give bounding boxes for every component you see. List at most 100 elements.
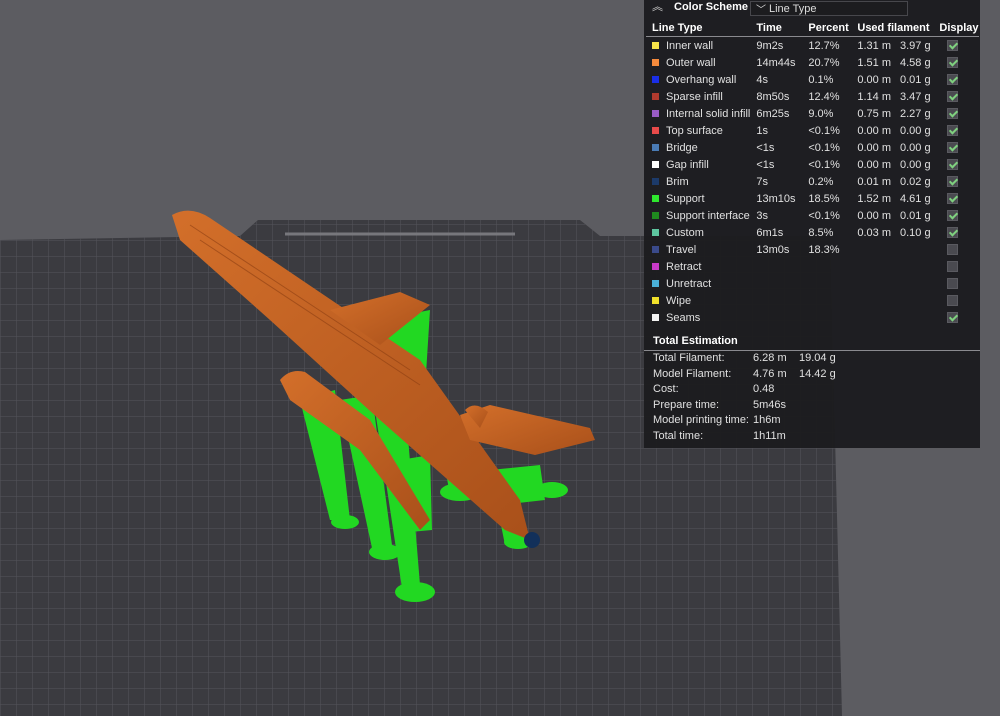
display-checkbox[interactable] xyxy=(947,108,959,120)
cell-length: 0.00 m xyxy=(857,73,892,86)
cell-percent: <0.1% xyxy=(808,141,840,154)
double-chevron-up-icon[interactable]: ︽ xyxy=(652,0,663,14)
line-type-row: Bridge <1s <0.1% 0.00 m 0.00 g xyxy=(646,139,979,156)
cell-length: 0.00 m xyxy=(857,141,892,154)
line-type-row: Support 13m10s 18.5% 1.52 m 4.61 g xyxy=(646,190,979,207)
cell-name: Internal solid infill xyxy=(666,107,751,120)
legend-panel: ︽ Color Scheme ﹀ Line Type Line Type Tim… xyxy=(644,0,980,448)
cell-time xyxy=(750,292,802,309)
cell-percent xyxy=(802,292,851,309)
color-swatch-cell xyxy=(646,173,660,190)
display-checkbox[interactable] xyxy=(947,159,959,171)
display-cell xyxy=(933,173,979,190)
display-checkbox[interactable] xyxy=(947,227,959,239)
estimation-label: Prepare time: xyxy=(653,398,720,411)
display-checkbox[interactable] xyxy=(947,244,959,256)
color-swatch-cell xyxy=(646,71,660,88)
cell-percent xyxy=(802,275,851,292)
color-swatch-cell xyxy=(646,105,660,122)
color-swatch xyxy=(652,297,659,305)
cell-percent: <0.1% xyxy=(808,158,840,171)
color-scheme-dropdown[interactable]: ﹀ Line Type xyxy=(750,1,908,16)
display-checkbox[interactable] xyxy=(947,142,959,154)
cell-name: Outer wall xyxy=(666,56,716,69)
display-cell xyxy=(933,54,979,71)
cell-time: 14m44s xyxy=(756,56,796,69)
cell-time: 9m2s xyxy=(756,39,784,52)
cell-time: 6m25s xyxy=(756,107,790,120)
display-checkbox[interactable] xyxy=(947,40,959,52)
cell-time xyxy=(750,309,802,326)
cell-time: 13m10s xyxy=(756,192,796,205)
color-swatch-cell xyxy=(646,190,660,207)
display-checkbox[interactable] xyxy=(947,312,959,324)
line-type-row: Gap infill <1s <0.1% 0.00 m 0.00 g xyxy=(646,156,979,173)
estimation-label: Cost: xyxy=(653,383,679,395)
cell-percent: 12.4% xyxy=(808,90,840,103)
cell-length xyxy=(851,275,894,292)
display-cell xyxy=(933,105,979,122)
color-swatch-cell xyxy=(646,122,660,139)
color-swatch-cell xyxy=(646,241,660,258)
divider xyxy=(644,350,980,351)
cell-weight: 3.97 g xyxy=(900,39,931,52)
color-swatch xyxy=(652,246,659,254)
cell-percent: 0.2% xyxy=(808,175,834,188)
estimation-v2: 19.04 g xyxy=(799,352,836,364)
cell-name: Sparse infill xyxy=(666,90,723,103)
color-swatch-cell xyxy=(646,207,660,224)
display-cell xyxy=(933,37,979,55)
cell-time: 4s xyxy=(756,73,768,86)
cell-length: 0.00 m xyxy=(857,124,892,137)
display-cell xyxy=(933,292,979,309)
display-checkbox[interactable] xyxy=(947,91,959,103)
cell-percent: 18.5% xyxy=(808,192,840,205)
cell-weight: 3.47 g xyxy=(900,90,931,103)
display-checkbox[interactable] xyxy=(947,193,959,205)
cell-time: 6m1s xyxy=(756,226,784,239)
color-swatch xyxy=(652,178,659,186)
display-checkbox[interactable] xyxy=(947,210,959,222)
color-swatch-cell xyxy=(646,139,660,156)
cell-name: Seams xyxy=(666,311,701,324)
line-type-row: Top surface 1s <0.1% 0.00 m 0.00 g xyxy=(646,122,979,139)
cell-name: Custom xyxy=(666,226,704,239)
col-display: Display xyxy=(933,19,980,37)
cell-weight: 0.00 g xyxy=(900,124,931,137)
display-checkbox[interactable] xyxy=(947,125,959,137)
cell-name: Support xyxy=(666,192,705,205)
cell-name: Top surface xyxy=(666,124,723,137)
display-checkbox[interactable] xyxy=(947,74,959,86)
color-swatch xyxy=(652,59,659,67)
cell-name: Bridge xyxy=(666,141,698,154)
legend-header: ︽ Color Scheme ﹀ Line Type xyxy=(644,0,980,18)
color-swatch-cell xyxy=(646,224,660,241)
display-checkbox[interactable] xyxy=(947,57,959,69)
line-type-row: Inner wall 9m2s 12.7% 1.31 m 3.97 g xyxy=(646,37,979,55)
cell-name: Support interface xyxy=(666,209,750,222)
color-swatch xyxy=(652,263,659,271)
color-swatch-cell xyxy=(646,37,660,55)
color-swatch-cell xyxy=(646,292,660,309)
display-checkbox[interactable] xyxy=(947,176,959,188)
cell-name: Travel xyxy=(666,243,697,256)
display-cell xyxy=(933,71,979,88)
cell-length: 1.51 m xyxy=(857,56,892,69)
cell-percent: <0.1% xyxy=(808,209,840,222)
display-cell xyxy=(933,88,979,105)
cell-weight xyxy=(894,309,933,326)
cell-weight: 0.00 g xyxy=(900,141,931,154)
cell-length: 0.00 m xyxy=(857,158,892,171)
display-checkbox[interactable] xyxy=(947,295,959,307)
estimation-v1: 6.28 m xyxy=(753,352,787,364)
color-scheme-title: Color Scheme xyxy=(674,1,748,13)
color-swatch-cell xyxy=(646,275,660,292)
estimation-v1: 1h6m xyxy=(753,414,781,426)
cell-time: 8m50s xyxy=(756,90,790,103)
chevron-down-icon: ﹀ xyxy=(756,5,766,16)
display-checkbox[interactable] xyxy=(947,261,959,273)
cell-length: 1.14 m xyxy=(857,90,892,103)
cell-percent: 20.7% xyxy=(808,56,840,69)
display-checkbox[interactable] xyxy=(947,278,959,290)
cell-time xyxy=(750,275,802,292)
